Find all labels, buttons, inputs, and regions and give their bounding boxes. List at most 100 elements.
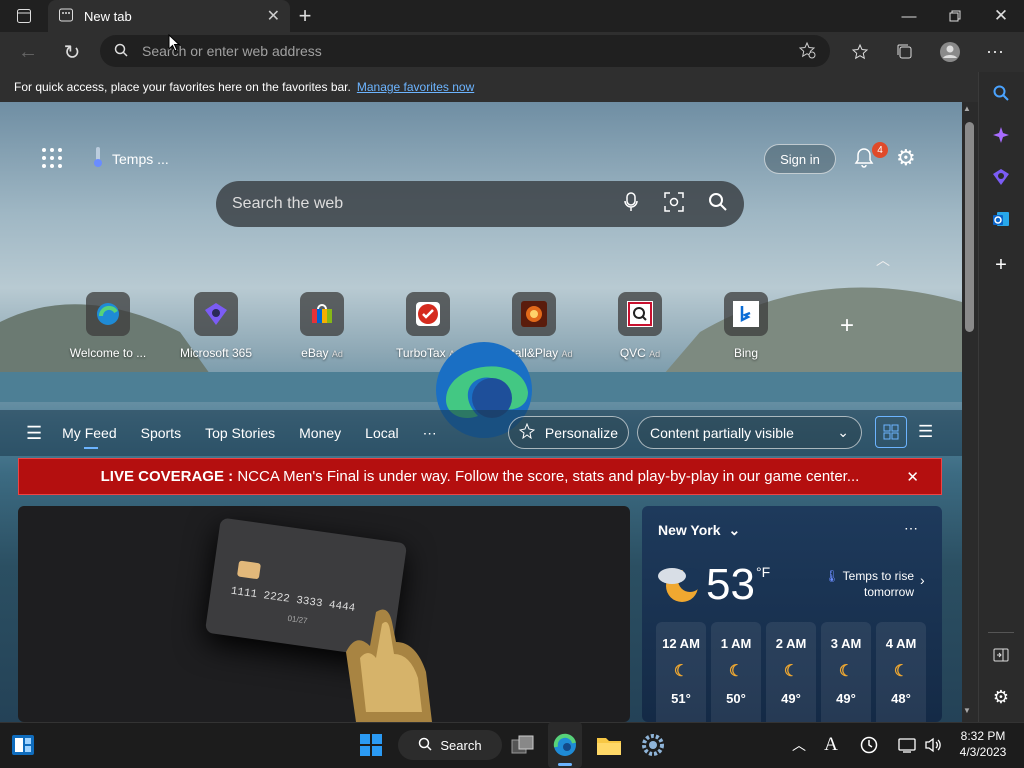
weather-location[interactable]: New York ⌄ [658, 522, 740, 539]
close-tab-icon[interactable]: ✕ [267, 6, 280, 26]
apps-launcher-icon[interactable] [40, 146, 64, 175]
hide-sidebar-icon[interactable] [978, 638, 1024, 672]
manage-favorites-link[interactable]: Manage favorites now [357, 80, 474, 94]
sidebar-add-icon[interactable]: + [978, 248, 1024, 282]
add-favorite-icon[interactable] [798, 41, 816, 62]
new-tab-button[interactable]: + [290, 1, 320, 31]
tab-top-stories[interactable]: Top Stories [205, 425, 275, 441]
sidebar-outlook-icon[interactable] [978, 202, 1024, 236]
search-submit-icon[interactable] [708, 192, 728, 217]
start-button[interactable] [354, 722, 388, 768]
close-window-button[interactable]: ✕ [978, 0, 1024, 32]
tab-title: New tab [84, 8, 132, 24]
page-settings-icon[interactable]: ⚙ [896, 145, 916, 171]
add-shortcut-button[interactable]: + [840, 312, 854, 340]
copilot-icon[interactable] [858, 722, 880, 768]
chevron-right-icon[interactable]: › [920, 572, 925, 588]
weather-card[interactable]: New York ⌄ ⋯ 53 °F 🌡 Temps to rise tomorr… [642, 506, 942, 722]
quick-link-tile[interactable]: Welcome to ... [63, 292, 153, 360]
live-coverage-banner[interactable]: LIVE COVERAGE : NCCA Men's Final is unde… [18, 458, 942, 495]
clock[interactable]: 8:32 PM 4/3/2023 [950, 728, 1016, 760]
sidebar-discover-icon[interactable] [978, 118, 1024, 152]
content-visibility-value: Content partially visible [650, 424, 794, 441]
feed-menu-icon[interactable]: ☰ [26, 423, 42, 444]
microphone-icon[interactable] [624, 191, 638, 217]
settings-app-icon[interactable] [636, 722, 670, 768]
hour-label: 12 AM [662, 636, 700, 651]
content-visibility-dropdown[interactable]: Content partially visible ⌄ [637, 416, 862, 449]
new-tab-icon [58, 7, 74, 26]
chevron-down-icon: ⌄ [837, 424, 849, 440]
weather-more-icon[interactable]: ⋯ [904, 520, 918, 537]
partly-cloudy-night-icon [658, 568, 702, 602]
hour-temp: 50° [726, 691, 746, 706]
temperature-unit: °F [756, 564, 771, 580]
news-card[interactable]: 1111 2222 3333 4444 01/27 [18, 506, 630, 722]
ad-label: Ad [331, 349, 343, 359]
volume-icon[interactable] [922, 722, 944, 768]
tile-label: eBay [301, 346, 329, 360]
profile-avatar[interactable] [935, 37, 965, 67]
sidebar-search-icon[interactable] [978, 76, 1024, 110]
collections-icon[interactable] [890, 37, 920, 67]
collapse-chevron-icon[interactable]: ︿ [876, 250, 890, 270]
personalize-button[interactable]: Personalize [508, 416, 629, 449]
weather-chip[interactable]: Temps ... [92, 146, 169, 171]
input-indicator-icon[interactable]: A [820, 722, 842, 768]
quick-link-tile[interactable]: QVC Ad [595, 292, 685, 360]
search-icon [114, 43, 128, 60]
moon-icon: ☾ [783, 663, 799, 680]
scroll-down-icon[interactable]: ▼ [963, 706, 971, 715]
quick-link-tile[interactable]: Microsoft 365 [171, 292, 261, 360]
qvc-icon [618, 292, 662, 336]
microsoft-365-icon [194, 292, 238, 336]
turbotax-icon [406, 292, 450, 336]
close-banner-icon[interactable]: ✕ [906, 468, 919, 486]
tab-money[interactable]: Money [299, 425, 341, 441]
settings-and-more-icon[interactable]: ⋯ [980, 37, 1010, 67]
favorites-icon[interactable] [845, 37, 875, 67]
thermometer-icon: 🌡 [824, 569, 840, 583]
back-button[interactable]: ← [13, 37, 43, 67]
hourly-forecast-item: 3 AM ☾ 49° [821, 622, 871, 722]
favorites-bar: For quick access, place your favorites h… [0, 72, 978, 102]
refresh-button[interactable]: ↻ [57, 37, 87, 67]
web-search-placeholder: Search the web [232, 195, 344, 212]
taskbar-search-button[interactable]: Search [398, 730, 502, 760]
tab-local[interactable]: Local [365, 425, 398, 441]
golden-hand-image [346, 609, 432, 722]
tab-actions-icon[interactable] [9, 1, 39, 31]
tab-new-tab[interactable]: New tab ✕ [48, 0, 290, 32]
grid-layout-button[interactable] [875, 416, 907, 448]
edge-icon [86, 292, 130, 336]
sidebar-settings-icon[interactable]: ⚙ [978, 680, 1024, 714]
quick-link-tile[interactable]: eBay Ad [277, 292, 367, 360]
file-explorer-icon[interactable] [592, 722, 626, 768]
tile-label: Bing [733, 346, 759, 360]
show-hidden-icons-icon[interactable]: ︿ [788, 722, 810, 768]
quick-link-tile[interactable]: Bing [701, 292, 791, 360]
scrollbar-thumb[interactable] [965, 122, 974, 332]
tab-my-feed[interactable]: My Feed [62, 425, 117, 449]
more-tabs-icon[interactable]: ⋯ [423, 425, 437, 442]
restore-button[interactable] [932, 0, 978, 32]
sidebar-microsoft-365-icon[interactable] [978, 160, 1024, 194]
visual-search-icon[interactable] [664, 191, 684, 217]
network-icon[interactable] [896, 722, 918, 768]
tab-sports[interactable]: Sports [141, 425, 181, 441]
weather-note[interactable]: 🌡 Temps to rise tomorrow [822, 568, 914, 600]
scroll-up-icon[interactable]: ▲ [963, 104, 971, 113]
tile-label: QVC [619, 346, 646, 360]
sign-in-button[interactable]: Sign in [764, 144, 836, 174]
address-bar[interactable]: Search or enter web address [100, 35, 830, 67]
web-search-box[interactable]: Search the web [216, 181, 744, 227]
list-layout-icon[interactable]: ☰ [918, 422, 933, 442]
task-view-icon[interactable] [506, 722, 540, 768]
install-play-icon [512, 292, 556, 336]
search-icon [418, 737, 432, 754]
personalize-label: Personalize [544, 424, 619, 441]
widgets-icon[interactable] [6, 722, 40, 768]
minimize-button[interactable]: — [886, 0, 932, 32]
clock-date: 4/3/2023 [959, 745, 1007, 759]
taskbar-edge-icon[interactable] [548, 722, 582, 768]
